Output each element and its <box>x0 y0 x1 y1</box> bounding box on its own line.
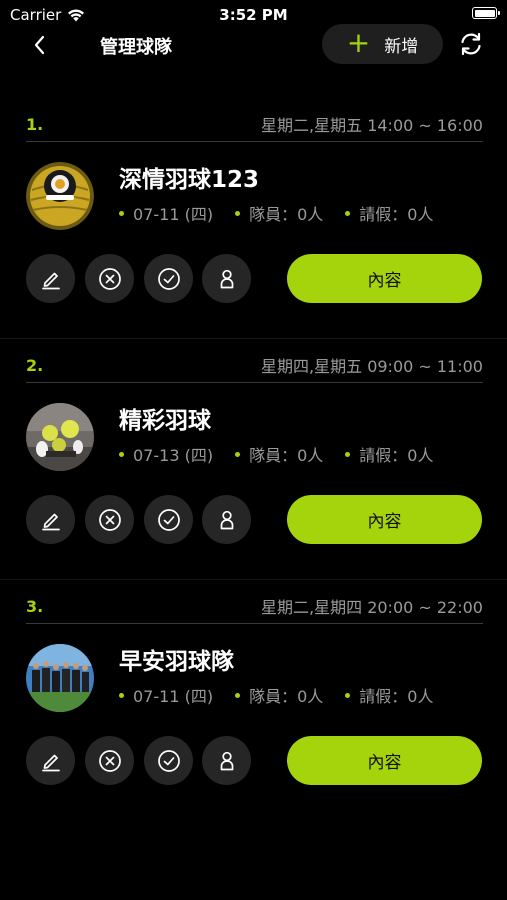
members-button[interactable] <box>202 495 251 544</box>
team-leave-text: 請假：0人 <box>359 446 434 465</box>
team-members-text: 隊員：0人 <box>249 446 324 465</box>
team-header: 3. 星期二,星期四 20:00 ~ 22:00 <box>26 594 483 618</box>
team-index: 1. <box>26 114 44 134</box>
bullet-icon <box>235 210 241 216</box>
team-leave-text: 請假：0人 <box>359 205 434 224</box>
confirm-button[interactable] <box>144 254 193 303</box>
detail-button[interactable]: 內容 <box>287 495 482 544</box>
team-leave-text: 請假：0人 <box>359 687 434 706</box>
cancel-circle-icon <box>98 749 121 772</box>
team-members-text: 隊員：0人 <box>249 205 324 224</box>
divider <box>26 382 483 383</box>
confirm-button[interactable] <box>144 736 193 785</box>
team-schedule: 星期四,星期五 09:00 ~ 11:00 <box>261 357 483 376</box>
divider <box>26 141 483 142</box>
refresh-button[interactable] <box>455 28 487 60</box>
cancel-circle-icon <box>98 267 121 290</box>
detail-button[interactable]: 內容 <box>287 736 482 785</box>
edit-button[interactable] <box>26 254 75 303</box>
team-date-text: 07-11 (四) <box>133 687 214 706</box>
team-meta: 07-11 (四) 隊員：0人 請假：0人 <box>119 683 455 707</box>
bullet-icon <box>345 210 351 216</box>
check-circle-icon <box>157 508 180 531</box>
team-leave: 請假：0人 <box>345 201 433 225</box>
bullet-icon <box>235 451 241 457</box>
team-date: 07-11 (四) <box>119 683 213 707</box>
team-name: 早安羽球隊 <box>119 649 234 675</box>
team-date: 07-11 (四) <box>119 201 213 225</box>
edit-icon <box>41 513 60 530</box>
team-card: 2. 星期四,星期五 09:00 ~ 11:00 精彩羽球 07-13 (四) … <box>0 339 507 580</box>
battery-icon <box>472 7 500 19</box>
team-card: 1. 星期二,星期五 14:00 ~ 16:00 深情羽球123 07-11 (… <box>0 98 507 339</box>
back-button[interactable] <box>22 28 56 62</box>
team-schedule: 星期二,星期五 14:00 ~ 16:00 <box>261 116 483 135</box>
members-button[interactable] <box>202 254 251 303</box>
edit-icon <box>41 272 60 289</box>
confirm-button[interactable] <box>144 495 193 544</box>
team-avatar <box>26 644 94 712</box>
team-avatar <box>26 403 94 471</box>
team-header: 2. 星期四,星期五 09:00 ~ 11:00 <box>26 353 483 377</box>
bullet-icon <box>345 451 351 457</box>
check-circle-icon <box>157 749 180 772</box>
members-button[interactable] <box>202 736 251 785</box>
member-icon <box>220 510 233 529</box>
edit-button[interactable] <box>26 495 75 544</box>
bullet-icon <box>345 692 351 698</box>
bullet-icon <box>119 451 124 457</box>
page-title: 管理球隊 <box>100 37 172 58</box>
team-name: 精彩羽球 <box>119 408 211 434</box>
team-date: 07-13 (四) <box>119 442 213 466</box>
detail-button[interactable]: 內容 <box>287 254 482 303</box>
team-name: 深情羽球123 <box>119 167 260 193</box>
team-members: 隊員：0人 <box>235 201 323 225</box>
check-circle-icon <box>157 267 180 290</box>
add-team-button[interactable]: + 新增 <box>322 24 443 64</box>
add-button-label: 新增 <box>384 36 419 57</box>
team-avatar <box>26 162 94 230</box>
chevron-left-icon <box>34 35 45 55</box>
divider <box>26 623 483 624</box>
edit-icon <box>41 754 60 771</box>
nav-bar: 管理球隊 + 新增 <box>0 22 507 68</box>
plus-icon: + <box>346 25 371 59</box>
team-schedule: 星期二,星期四 20:00 ~ 22:00 <box>261 598 483 617</box>
team-header: 1. 星期二,星期五 14:00 ~ 16:00 <box>26 112 483 136</box>
team-leave: 請假：0人 <box>345 683 433 707</box>
edit-button[interactable] <box>26 736 75 785</box>
bullet-icon <box>119 210 124 216</box>
team-date-text: 07-13 (四) <box>133 446 214 465</box>
team-leave: 請假：0人 <box>345 442 433 466</box>
cancel-button[interactable] <box>85 495 134 544</box>
team-members: 隊員：0人 <box>235 442 323 466</box>
cancel-button[interactable] <box>85 736 134 785</box>
member-icon <box>220 751 233 770</box>
team-date-text: 07-11 (四) <box>133 205 214 224</box>
team-meta: 07-13 (四) 隊員：0人 請假：0人 <box>119 442 455 466</box>
refresh-icon <box>461 32 481 56</box>
team-index: 2. <box>26 355 44 375</box>
cancel-circle-icon <box>98 508 121 531</box>
team-members-text: 隊員：0人 <box>249 687 324 706</box>
bullet-icon <box>119 692 124 698</box>
team-meta: 07-11 (四) 隊員：0人 請假：0人 <box>119 201 455 225</box>
member-icon <box>220 269 233 288</box>
cancel-button[interactable] <box>85 254 134 303</box>
team-card: 3. 星期二,星期四 20:00 ~ 22:00 早安羽球隊 07-11 (四)… <box>0 580 507 821</box>
team-index: 3. <box>26 596 44 616</box>
team-list: 1. 星期二,星期五 14:00 ~ 16:00 深情羽球123 07-11 (… <box>0 98 507 821</box>
team-members: 隊員：0人 <box>235 683 323 707</box>
bullet-icon <box>235 692 241 698</box>
